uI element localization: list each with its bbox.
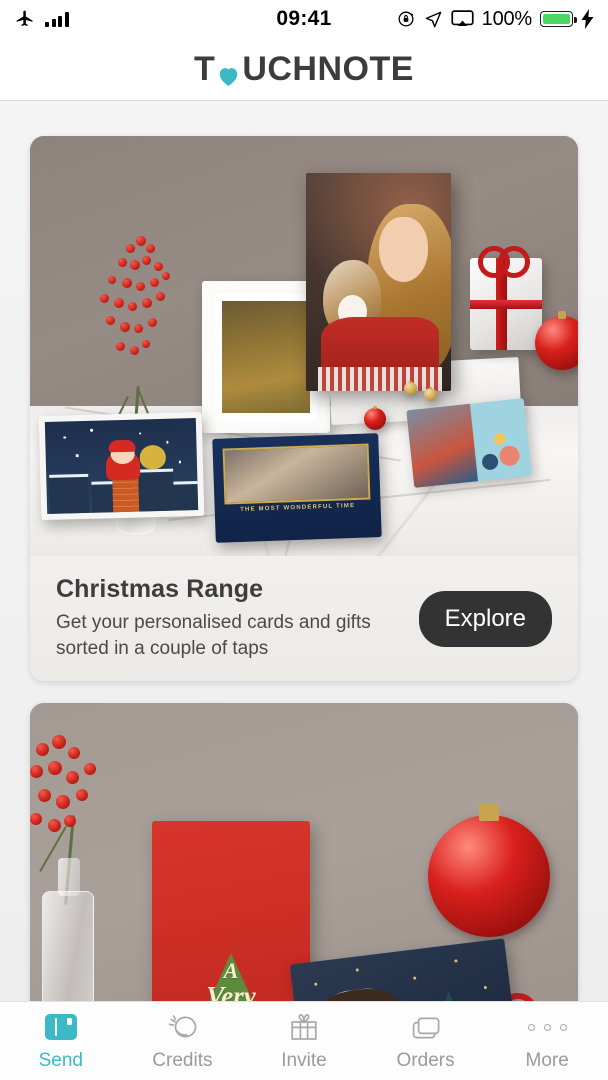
app-header: T UCHNOTE — [0, 38, 608, 101]
tab-more[interactable]: More — [486, 1002, 608, 1080]
red-bauble-xl — [428, 804, 550, 937]
promo-card-title: Christmas Range — [56, 575, 264, 604]
battery-full-icon — [540, 11, 577, 27]
red-bauble-small — [364, 406, 386, 430]
tab-credits-label: Credits — [152, 1050, 213, 1071]
heart-icon — [216, 59, 241, 86]
tab-orders[interactable]: Orders — [365, 1002, 487, 1080]
logo-suffix: UCHNOTE — [242, 49, 414, 88]
merry-christmas-card-text: A Very Merry Christmas — [206, 958, 256, 1001]
gold-bead-2 — [424, 386, 437, 401]
touchnote-logo[interactable]: T UCHNOTE — [194, 50, 414, 89]
content-scroll-area[interactable]: THE MOST WONDERFUL TIME Christmas Range … — [0, 101, 608, 1001]
status-bar-right: 100% — [396, 8, 594, 31]
stacked-cards-icon — [409, 1010, 443, 1044]
tab-credits[interactable]: Credits — [122, 1002, 244, 1080]
canvas-print-girl-dog — [306, 173, 451, 391]
gold-bead-1 — [404, 380, 417, 395]
coin-icon — [165, 1010, 199, 1044]
tab-orders-label: Orders — [396, 1050, 455, 1071]
promo-card-text-panel: Christmas Range Get your personalised ca… — [30, 556, 578, 681]
santa-chimney-card — [38, 411, 205, 521]
status-bar: 09:41 100% — [0, 0, 608, 38]
tab-invite-label: Invite — [281, 1050, 327, 1071]
ellipsis-icon — [527, 1010, 567, 1044]
airplay-icon — [451, 9, 474, 26]
rotation-lock-icon — [398, 11, 414, 27]
tab-more-label: More — [525, 1050, 569, 1071]
couple-photo-card: THE MOST WONDERFUL TIME — [212, 433, 382, 543]
logo-prefix: T — [194, 49, 216, 88]
promo-card-christmas-range[interactable]: THE MOST WONDERFUL TIME Christmas Range … — [30, 136, 578, 681]
lightning-bolt-icon — [581, 9, 594, 29]
couple-card-caption: THE MOST WONDERFUL TIME — [240, 503, 356, 514]
location-arrow-icon — [425, 11, 441, 27]
glass-bottle — [42, 858, 94, 1001]
promo-card-merry-christmas[interactable]: A Very Merry Christmas — [30, 703, 578, 1001]
tab-send[interactable]: Send — [0, 1002, 122, 1080]
battery-percent-label: 100% — [481, 7, 533, 30]
merry-christmas-card: A Very Merry Christmas — [138, 811, 310, 1001]
kids-bauble-card — [406, 398, 532, 488]
promo-card-2-image: A Very Merry Christmas — [30, 703, 578, 1001]
promo-card-subtitle: Get your personalised cards and gifts so… — [56, 612, 371, 659]
promo-card-image: THE MOST WONDERFUL TIME — [30, 136, 578, 556]
app-root: 09:41 100% T UCHNOTE THE MOST WONDERFUL … — [0, 0, 608, 1080]
send-card-icon — [44, 1010, 77, 1044]
tab-send-label: Send — [38, 1050, 83, 1071]
tab-invite[interactable]: Invite — [243, 1002, 365, 1080]
explore-button[interactable]: Explore — [418, 590, 552, 647]
gift-icon — [289, 1010, 319, 1044]
bottom-tab-bar: Send Credits Invite Orders More — [0, 1001, 608, 1080]
wrapped-gift-box — [470, 246, 542, 350]
